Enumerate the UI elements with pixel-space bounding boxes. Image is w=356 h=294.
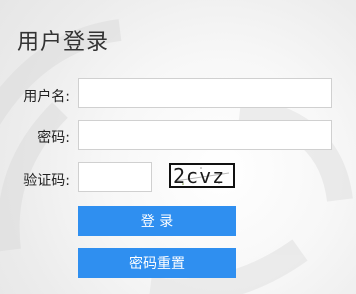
login-button[interactable]: 登 录 [78, 206, 236, 236]
captcha-text: 2cvz [173, 164, 226, 188]
password-label: 密码: [37, 130, 70, 146]
username-input[interactable] [78, 78, 332, 108]
password-input[interactable] [78, 120, 332, 150]
page-title: 用户登录 [17, 30, 110, 55]
captcha-image[interactable]: 2cvz [169, 163, 235, 188]
captcha-input[interactable] [78, 162, 152, 192]
reset-password-button[interactable]: 密码重置 [78, 248, 236, 278]
captcha-label: 验证码: [23, 173, 70, 189]
username-label: 用户名: [23, 89, 70, 105]
